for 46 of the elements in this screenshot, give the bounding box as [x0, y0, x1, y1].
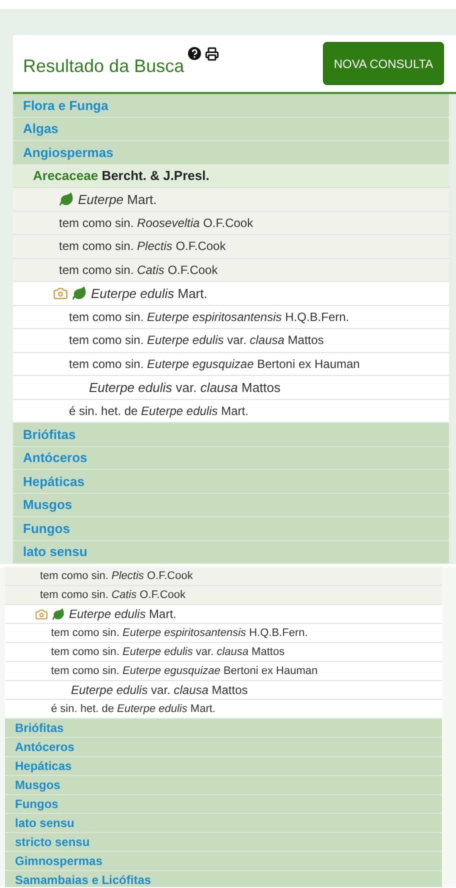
- taxon-text: Euterpe edulis var. clausa Mattos: [89, 378, 281, 397]
- taxon-text: Euterpe edulis Mart.: [69, 606, 176, 623]
- category-link[interactable]: stricto sensu: [5, 833, 442, 852]
- category-link[interactable]: Musgos: [5, 776, 442, 795]
- category-link[interactable]: Hepáticas: [13, 470, 449, 494]
- category-link[interactable]: Fungos: [13, 517, 449, 540]
- category-link[interactable]: Flora e Funga: [13, 94, 449, 118]
- category-link[interactable]: lato sensu: [5, 814, 442, 833]
- taxon-text: tem como sin. Catis O.F.Cook: [40, 588, 186, 603]
- taxon-text: Euterpe edulis var. clausa Mattos: [71, 682, 248, 699]
- taxon-text: é sin. het. de Euterpe edulis Mart.: [69, 402, 248, 420]
- category-link[interactable]: Antóceros: [5, 738, 442, 757]
- leaf-icon: [52, 608, 65, 620]
- taxon-text: tem como sin. Euterpe edulis var. clausa Mattos: [69, 332, 324, 350]
- help-icon[interactable]: [188, 47, 202, 60]
- taxon-text: tem como sin. Euterpe espiritosantensis H.Q.B.Fern.: [51, 626, 308, 641]
- category-link[interactable]: Musgos: [13, 494, 449, 517]
- category-link[interactable]: Gimnospermas: [5, 852, 442, 871]
- print-icon[interactable]: [205, 47, 220, 61]
- category-link[interactable]: Briófitas: [5, 719, 442, 738]
- taxon-text: tem como sin. Rooseveltia O.F.Cook: [59, 214, 254, 232]
- category-link[interactable]: Angiospermas: [13, 141, 449, 164]
- taxon-text: Euterpe Mart.: [78, 190, 157, 209]
- page-title: Resultado da Busca: [23, 55, 184, 78]
- taxon-text: tem como sin. Euterpe espiritosantensis H.Q.B.Fern.: [69, 308, 350, 326]
- taxon-text: Euterpe edulis Mart.: [91, 284, 208, 303]
- taxon-text: tem como sin. Plectis O.F.Cook: [40, 568, 193, 584]
- camera-icon: [53, 286, 68, 301]
- taxon-text: tem como sin. Catis O.F.Cook: [59, 262, 218, 279]
- category-link[interactable]: Samambaias e Licófitas: [5, 871, 442, 887]
- taxon-text: tem como sin. Plectis O.F.Cook: [59, 238, 226, 256]
- taxon-text: tem como sin. Euterpe egusquizae Bertoni ex Hauman: [51, 664, 318, 679]
- leaf-icon: [59, 192, 74, 207]
- camera-icon: [35, 608, 48, 620]
- taxon-text: tem como sin. Euterpe egusquizae Bertoni ex Hauman: [69, 356, 360, 373]
- leaf-icon: [72, 286, 87, 301]
- category-link[interactable]: Fungos: [5, 795, 442, 814]
- category-link[interactable]: Algas: [13, 118, 449, 141]
- taxon-text: tem como sin. Euterpe edulis var. clausa Mattos: [51, 644, 285, 660]
- new-search-button[interactable]: NOVA CONSULTA: [323, 42, 444, 85]
- taxon-text: é sin. het. de Euterpe edulis Mart.: [51, 702, 216, 717]
- category-link[interactable]: Antóceros: [13, 446, 449, 470]
- category-link[interactable]: Briófitas: [13, 423, 449, 446]
- category-link[interactable]: lato sensu: [13, 540, 449, 564]
- taxon-text: Arecaceae Bercht. & J.Presl.: [33, 167, 210, 185]
- category-link[interactable]: Hepáticas: [5, 757, 442, 776]
